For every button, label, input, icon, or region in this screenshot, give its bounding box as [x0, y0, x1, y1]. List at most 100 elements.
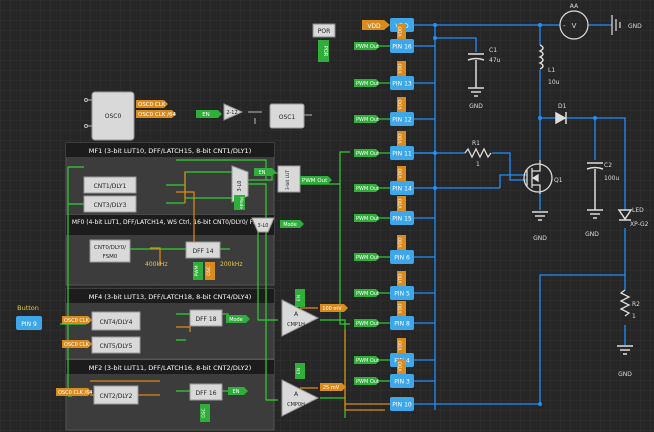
- vdd-tag[interactable]: VDD: [362, 20, 390, 30]
- pin-vdd-label: VDD: [398, 168, 404, 179]
- pwm-out-tag-label: PWM Out: [356, 358, 379, 364]
- cmp0-ref-tag[interactable]: 25 mV: [320, 383, 346, 391]
- mf2-title: MF2 (3-bit LUT11, DFF/LATCH16, 8-bit CNT…: [89, 364, 251, 372]
- cnt3-label: CNT3/DLY3: [94, 202, 127, 209]
- mf2-osc-label: OSC: [201, 408, 207, 418]
- schematic-canvas[interactable]: MF1 (3-bit LUT10, DFF/LATCH15, 8-bit CNT…: [0, 0, 654, 432]
- led-name: LED: [632, 207, 644, 214]
- por-tag: POR: [322, 46, 328, 57]
- dff16-label: DFF 16: [195, 390, 216, 397]
- pin-label: PIN 11: [392, 151, 412, 158]
- osc-en-tag[interactable]: EN: [196, 110, 222, 118]
- pwm-out-tag-label: PWM Out: [356, 44, 379, 50]
- q1-name: Q1: [554, 177, 563, 184]
- c2-name: C2: [604, 162, 612, 169]
- battery-label: AA: [570, 3, 579, 10]
- cnt2-block[interactable]: CNT2/DLY2: [93, 385, 139, 405]
- pin-label: PIN 8: [394, 321, 410, 328]
- osc0-clk-label: OSC0 CLK: [138, 102, 166, 108]
- cnt1-block[interactable]: CNT1/DLY1: [83, 176, 137, 194]
- battery-symbol: V: [572, 22, 577, 30]
- cnt0-label-a: CNT0/DLY0/: [94, 245, 126, 251]
- cnt4-label: CNT4/DLY4: [100, 319, 133, 326]
- mf2-en-tag[interactable]: EN: [228, 387, 248, 395]
- mf4-mode-tag[interactable]: Mode: [226, 315, 250, 323]
- dff16-block[interactable]: DFF 16: [189, 383, 223, 401]
- osc-en-label: EN: [202, 112, 210, 118]
- btn-clk-label-1: OSC0 CLK: [64, 318, 90, 324]
- cnt0-block[interactable]: CNT0/DLY0/ FSM0: [89, 239, 131, 263]
- pin-label: PIN 15: [392, 216, 412, 223]
- pwm-out-label: PWM Out: [302, 178, 328, 184]
- mf2-osc-tag[interactable]: OSC: [200, 404, 210, 422]
- pin-label: PIN 16: [392, 44, 412, 51]
- dff14-block[interactable]: DFF 14: [185, 241, 221, 259]
- btn-clk-label-3: OSC0 CLK /64: [58, 390, 93, 396]
- cnt5-block[interactable]: CNT5/DLY5: [91, 336, 141, 354]
- mf0-osc-tag[interactable]: OSC: [205, 262, 215, 280]
- lut-mid-label: 3-L0: [258, 223, 269, 229]
- q1-gnd: GND: [533, 235, 547, 242]
- btn-clk-tag-3[interactable]: OSC0 CLK /64: [56, 388, 93, 396]
- divider-label: 2-12: [226, 110, 237, 116]
- freq-400k: 400kHz: [145, 261, 168, 268]
- pin-label: PIN 5: [394, 291, 410, 298]
- pwm-out-tag-label: PWM Out: [356, 186, 379, 192]
- pin-label: PIN 12: [392, 117, 412, 124]
- pin9-label: PIN 9: [21, 321, 37, 328]
- cnt3-block[interactable]: CNT3/DLY3: [83, 195, 137, 213]
- mf4-mode-label: Mode: [229, 317, 243, 323]
- mf1-mode-tag: Mode: [238, 197, 244, 209]
- pin9[interactable]: PIN 9: [16, 316, 42, 330]
- cmp1-ref-tag[interactable]: 100 mV: [320, 304, 348, 312]
- c1-value: 47u: [489, 57, 501, 64]
- pin-vdd-label: VDD: [398, 340, 404, 351]
- mf0-pwm-label: PWM: [194, 265, 200, 276]
- pwm-out-tag-label: PWM Out: [356, 379, 379, 385]
- osc0-clk-tag[interactable]: OSC0 CLK: [136, 100, 168, 108]
- dff18-block[interactable]: DFF 18: [189, 309, 223, 327]
- pin-vdd-label: VDD: [398, 198, 404, 209]
- mf1-title: MF1 (3-bit LUT10, DFF/LATCH15, 8-bit CNT…: [89, 147, 251, 155]
- lut-top-label: 3-bit LUT: [285, 170, 291, 190]
- pwm-out-tag[interactable]: PWM Out: [300, 176, 332, 184]
- cmp0-en-tag[interactable]: EN: [295, 363, 305, 379]
- pin-vdd-label: VDD: [398, 133, 404, 144]
- cnt5-label: CNT5/DLY5: [100, 343, 133, 350]
- c2-gnd: GND: [585, 231, 599, 238]
- c1-gnd: GND: [469, 103, 483, 110]
- d1-name: D1: [558, 103, 567, 110]
- mf0-osc-label: OSC: [206, 266, 212, 276]
- button-label: Button: [17, 304, 39, 312]
- btn-clk-tag-2[interactable]: OSC0 CLK: [62, 340, 92, 348]
- osc0-block[interactable]: OSC0: [84, 91, 135, 141]
- cnt4-block[interactable]: CNT4/DLY4: [91, 311, 141, 331]
- mf0-pwm-tag[interactable]: PWM: [193, 262, 203, 280]
- mf4-title: MF4 (3-bit LUT13, DFF/LATCH18, 8-bit CNT…: [89, 293, 251, 301]
- cnt2-label: CNT2/DLY2: [100, 393, 133, 400]
- lut-mid-mode-tag[interactable]: Mode: [280, 220, 304, 228]
- pwm-out-tag-label: PWM Out: [356, 321, 379, 327]
- btn-clk-label-2: OSC0 CLK: [64, 342, 90, 348]
- r2-value: 1: [632, 313, 636, 320]
- lut-mid-mode-label: Mode: [283, 222, 297, 228]
- vdd-tag-label: VDD: [367, 23, 381, 30]
- osc0-clk64-tag[interactable]: OSC0 CLK /64: [136, 110, 177, 118]
- cmp1-en-tag[interactable]: EN: [295, 289, 305, 307]
- btn-clk-tag-1[interactable]: OSC0 CLK: [62, 316, 92, 324]
- cmp0-name: CMP0H: [287, 402, 305, 408]
- osc0-clk64-label: OSC0 CLK /64: [138, 112, 177, 118]
- pin-vdd-label: VDD: [398, 303, 404, 314]
- pwm-out-tag-label: PWM Out: [356, 216, 379, 222]
- osc1-block[interactable]: OSC1: [269, 103, 305, 129]
- r1-name: R1: [472, 140, 480, 147]
- mf2-en-label: EN: [233, 389, 240, 395]
- lut-en-tag[interactable]: EN: [254, 168, 276, 176]
- cmp1-en-label: EN: [296, 295, 302, 301]
- pwm-out-tag-label: PWM Out: [356, 291, 379, 297]
- lut-top-block[interactable]: 3-bit LUT: [277, 165, 301, 193]
- l1-value: 10u: [548, 79, 560, 86]
- cmp1-name: CMP1H: [287, 322, 305, 328]
- lut-en-label: EN: [259, 170, 266, 176]
- pin-vdd-label: VDD: [398, 361, 404, 372]
